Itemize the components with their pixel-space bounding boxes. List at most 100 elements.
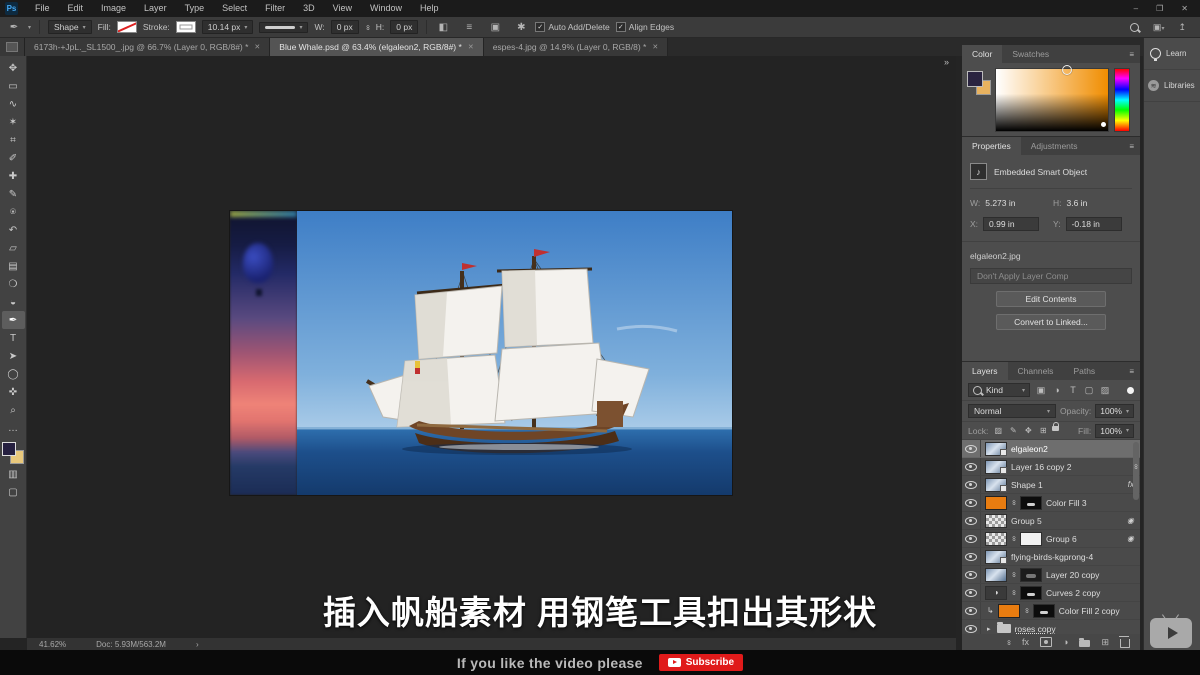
- healing-brush-tool-icon[interactable]: ✚: [2, 167, 25, 185]
- tab-properties[interactable]: Properties: [962, 137, 1021, 155]
- fill-swatch[interactable]: [117, 21, 137, 33]
- expand-group-icon[interactable]: ▸: [987, 625, 991, 633]
- shape-filter-icon[interactable]: ▢: [1082, 385, 1096, 396]
- menu-3d[interactable]: 3D: [294, 0, 324, 17]
- close-tab-icon[interactable]: ✕: [468, 43, 474, 51]
- height-field[interactable]: 0 px: [390, 20, 418, 34]
- delete-icon[interactable]: [1120, 637, 1130, 648]
- tab-paths[interactable]: Paths: [1063, 362, 1105, 380]
- tab-swatches[interactable]: Swatches: [1002, 45, 1059, 63]
- tab-layers[interactable]: Layers: [962, 362, 1008, 380]
- layer-row-8[interactable]: ∞Layer 20 copy: [962, 566, 1140, 584]
- gear-icon[interactable]: ✱: [513, 22, 529, 33]
- panel-menu-icon[interactable]: ≡: [1129, 45, 1140, 63]
- tab-channels[interactable]: Channels: [1008, 362, 1064, 380]
- opacity-field[interactable]: 100%▾: [1095, 404, 1134, 418]
- new-layer-icon[interactable]: ⊞: [1101, 637, 1109, 648]
- zoom-tool-icon[interactable]: ⌕: [2, 401, 25, 419]
- layer-row-10[interactable]: ↳∞Color Fill 2 copy: [962, 602, 1140, 620]
- mask-icon[interactable]: [1040, 637, 1052, 647]
- layer-thumbnail[interactable]: [985, 442, 1007, 456]
- crop-tool-icon[interactable]: ⌗: [2, 131, 25, 149]
- layer-filter-kind-dropdown[interactable]: Kind▾: [968, 383, 1030, 397]
- menu-image[interactable]: Image: [92, 0, 135, 17]
- lock-paint-icon[interactable]: ✎: [1007, 426, 1019, 435]
- layer-thumbnail[interactable]: [985, 568, 1007, 582]
- visibility-toggle[interactable]: [962, 548, 981, 565]
- ellipse-tool-icon[interactable]: ◯: [2, 365, 25, 383]
- blur-tool-icon[interactable]: ❍: [2, 275, 25, 293]
- panel-menu-icon[interactable]: ≡: [1129, 137, 1140, 155]
- collapse-panels-icon[interactable]: »: [944, 57, 949, 67]
- menu-edit[interactable]: Edit: [59, 0, 93, 17]
- menu-help[interactable]: Help: [411, 0, 448, 17]
- blend-mode-dropdown[interactable]: Normal▾: [968, 404, 1056, 418]
- search-icon[interactable]: [1130, 23, 1139, 32]
- lock-all-icon[interactable]: [1052, 426, 1059, 431]
- auto-add-delete-checkbox[interactable]: ✓Auto Add/Delete: [535, 22, 609, 32]
- layer-thumbnail[interactable]: [985, 532, 1007, 546]
- tab-color[interactable]: Color: [962, 45, 1002, 63]
- layer-mask-thumbnail[interactable]: [1033, 604, 1055, 618]
- link-dimensions-icon[interactable]: ∞: [364, 25, 371, 30]
- zoom-level[interactable]: 41.62%: [39, 640, 66, 649]
- fill-field[interactable]: 100%▾: [1095, 424, 1134, 438]
- close-tab-icon[interactable]: ✕: [652, 43, 658, 51]
- tab-adjustments[interactable]: Adjustments: [1021, 137, 1088, 155]
- visibility-toggle[interactable]: [962, 602, 981, 619]
- layer-mask-thumbnail[interactable]: [1020, 586, 1042, 600]
- layer-row-5[interactable]: Group 5◉: [962, 512, 1140, 530]
- arrange-icon[interactable]: ▣: [487, 22, 503, 33]
- visibility-toggle[interactable]: [962, 530, 981, 547]
- link-icon[interactable]: ∞: [1006, 639, 1011, 646]
- brush-tool-icon[interactable]: ✎: [2, 185, 25, 203]
- layer-row-9[interactable]: ◑∞Curves 2 copy: [962, 584, 1140, 602]
- stroke-swatch[interactable]: [176, 21, 196, 33]
- align-icon[interactable]: ≡: [461, 22, 477, 33]
- layer-thumbnail[interactable]: [985, 460, 1007, 474]
- edit-contents-button[interactable]: Edit Contents: [996, 291, 1106, 307]
- status-chevron-icon[interactable]: ›: [196, 640, 199, 649]
- youtube-channel-watermark[interactable]: [1150, 618, 1192, 648]
- quick-mask-icon[interactable]: ▥: [2, 465, 25, 483]
- eyedropper-tool-icon[interactable]: ✐: [2, 149, 25, 167]
- visibility-toggle[interactable]: [962, 476, 981, 493]
- layer-thumbnail[interactable]: [998, 604, 1020, 618]
- visibility-toggle[interactable]: [962, 458, 981, 475]
- screen-mode-icon[interactable]: ▢: [2, 483, 25, 501]
- foreground-background-swatches[interactable]: [967, 71, 993, 97]
- layer-row-4[interactable]: ∞Color Fill 3: [962, 494, 1140, 512]
- width-field[interactable]: 0 px: [331, 20, 359, 34]
- path-operations-icon[interactable]: ◧: [435, 22, 451, 33]
- lock-position-icon[interactable]: ✥: [1022, 426, 1034, 435]
- adjustment-filter-icon[interactable]: ◑: [1050, 385, 1064, 396]
- eraser-tool-icon[interactable]: ▱: [2, 239, 25, 257]
- align-edges-checkbox[interactable]: ✓Align Edges: [616, 22, 674, 32]
- clone-stamp-tool-icon[interactable]: ⍟: [2, 203, 25, 221]
- visibility-toggle[interactable]: [962, 566, 981, 583]
- move-tool-icon[interactable]: ✥: [2, 59, 25, 77]
- canvas-area[interactable]: [27, 56, 956, 638]
- adjustment-icon[interactable]: ◑: [1063, 637, 1068, 647]
- visibility-toggle[interactable]: [962, 494, 981, 511]
- pixel-filter-icon[interactable]: ▣: [1034, 385, 1048, 396]
- layer-mask-thumbnail[interactable]: [1020, 568, 1042, 582]
- color-cursor[interactable]: [1062, 65, 1072, 75]
- more-tool-icon[interactable]: …: [2, 419, 25, 437]
- y-position-field[interactable]: -0.18 in: [1066, 217, 1122, 231]
- visibility-toggle[interactable]: [962, 584, 981, 601]
- tool-preset-caret-icon[interactable]: ▾: [28, 24, 31, 31]
- lock-artboard-icon[interactable]: ⊞: [1037, 426, 1049, 435]
- x-position-field[interactable]: 0.99 in: [983, 217, 1039, 231]
- workspace-icon[interactable]: ▣▾: [1153, 22, 1165, 33]
- layer-mask-thumbnail[interactable]: [1020, 496, 1042, 510]
- layer-row-1[interactable]: elgaleon2: [962, 440, 1140, 458]
- fx-icon[interactable]: fx: [1022, 637, 1029, 647]
- layers-scrollbar[interactable]: [1133, 442, 1139, 500]
- marquee-tool-icon[interactable]: ▭: [2, 77, 25, 95]
- menu-layer[interactable]: Layer: [135, 0, 176, 17]
- foreground-background-swatches[interactable]: [1, 441, 25, 465]
- stroke-style-dropdown[interactable]: ▾: [259, 22, 308, 33]
- history-brush-tool-icon[interactable]: ↶: [2, 221, 25, 239]
- lock-transparency-icon[interactable]: ▨: [992, 426, 1004, 435]
